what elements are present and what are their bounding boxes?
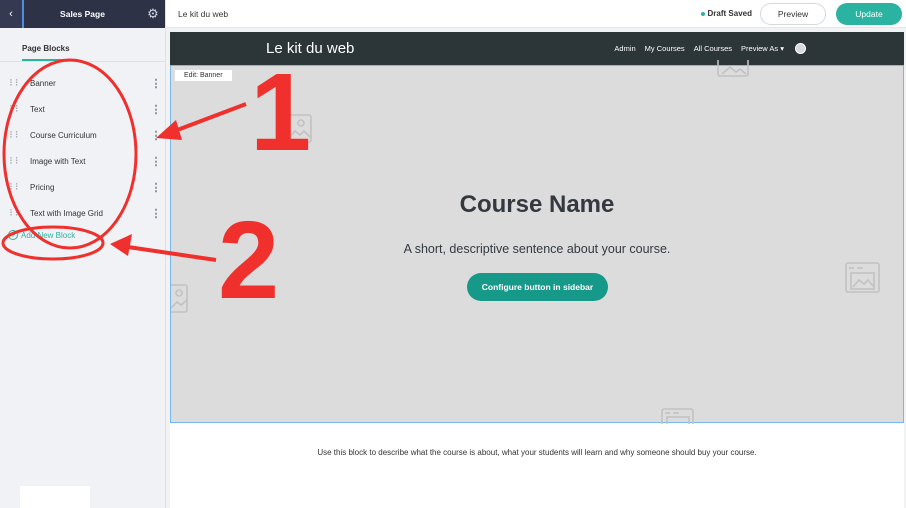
add-new-block-label: Add New Block: [21, 230, 76, 240]
more-options-icon[interactable]: ⋮: [147, 129, 165, 142]
block-item-course-curriculum[interactable]: ⠇⠇ Course Curriculum ⋮: [0, 122, 165, 148]
edit-banner-tag[interactable]: Edit: Banner: [174, 69, 233, 82]
drag-handle-icon[interactable]: ⠇⠇: [9, 104, 21, 114]
block-item-label: Course Curriculum: [30, 130, 97, 140]
update-button[interactable]: Update: [836, 2, 902, 25]
sidebar-footer: [20, 486, 90, 508]
block-item-label: Image with Text: [30, 156, 86, 166]
chevron-left-icon: ‹: [9, 8, 13, 20]
sidebar: ‹ Sales Page ⚙ Page Blocks ⠇⠇ Banner ⋮ ⠇…: [0, 0, 166, 508]
course-title: Course Name: [459, 191, 615, 218]
tab-page-blocks[interactable]: Page Blocks: [22, 44, 70, 61]
nav-link-my-courses[interactable]: My Courses: [645, 44, 685, 53]
image-placeholder-icon: [285, 114, 312, 143]
plus-circle-icon: +: [8, 230, 18, 240]
editor-topbar: Le kit du web Draft Saved Preview Update: [166, 0, 906, 28]
page-canvas: Le kit du web Admin My Courses All Cours…: [170, 32, 904, 508]
more-options-icon[interactable]: ⋮: [147, 155, 165, 168]
block-item-label: Pricing: [30, 182, 55, 192]
drag-handle-icon[interactable]: ⠇⠇: [9, 130, 21, 140]
banner-block[interactable]: Edit: Banner Course Name A short, descri…: [170, 60, 904, 424]
more-options-icon[interactable]: ⋮: [147, 77, 165, 90]
editor-title: Le kit du web: [178, 8, 229, 19]
course-description: Use this block to describe what the cour…: [317, 448, 757, 457]
drag-handle-icon[interactable]: ⠇⠇: [9, 208, 21, 218]
settings-button[interactable]: ⚙: [141, 6, 165, 22]
save-status-label: Draft Saved: [707, 9, 752, 18]
preview-button[interactable]: Preview: [760, 2, 826, 25]
more-options-icon[interactable]: ⋮: [147, 103, 165, 116]
nav-link-admin[interactable]: Admin: [614, 44, 635, 53]
block-item-banner[interactable]: ⠇⠇ Banner ⋮: [0, 70, 165, 96]
block-list: ⠇⠇ Banner ⋮ ⠇⠇ Text ⋮ ⠇⠇ Course Curricul…: [0, 62, 165, 226]
configure-button[interactable]: Configure button in sidebar: [467, 273, 608, 301]
block-item-label: Text with Image Grid: [30, 208, 103, 218]
sidebar-title: Sales Page: [60, 9, 105, 19]
drag-handle-icon[interactable]: ⠇⠇: [9, 182, 21, 192]
sidebar-tabs: Page Blocks: [0, 28, 165, 62]
sidebar-header: ‹ Sales Page ⚙: [0, 0, 165, 28]
site-logo[interactable]: Le kit du web: [266, 40, 614, 57]
image-placeholder-icon: [661, 408, 694, 424]
save-status: Draft Saved: [700, 9, 752, 18]
block-item-image-with-text[interactable]: ⠇⠇ Image with Text ⋮: [0, 148, 165, 174]
course-subtitle: A short, descriptive sentence about your…: [403, 242, 671, 256]
add-new-block-button[interactable]: + Add New Block: [0, 230, 165, 240]
status-dot-icon: [700, 11, 705, 16]
block-item-text-with-image-grid[interactable]: ⠇⠇ Text with Image Grid ⋮: [0, 200, 165, 226]
image-placeholder-icon: [171, 284, 188, 313]
back-button[interactable]: ‹: [0, 0, 24, 28]
more-options-icon[interactable]: ⋮: [147, 181, 165, 194]
block-item-label: Banner: [30, 78, 56, 88]
more-options-icon[interactable]: ⋮: [147, 207, 165, 220]
image-placeholder-icon: [845, 262, 880, 293]
avatar[interactable]: [795, 43, 806, 54]
block-item-text[interactable]: ⠇⠇ Text ⋮: [0, 96, 165, 122]
drag-handle-icon[interactable]: ⠇⠇: [9, 156, 21, 166]
site-navbar: Le kit du web Admin My Courses All Cours…: [170, 32, 904, 65]
nav-link-all-courses[interactable]: All Courses: [694, 44, 732, 53]
block-item-label: Text: [30, 104, 45, 114]
image-placeholder-icon: [717, 60, 749, 77]
drag-handle-icon[interactable]: ⠇⠇: [9, 78, 21, 88]
block-item-pricing[interactable]: ⠇⠇ Pricing ⋮: [0, 174, 165, 200]
nav-link-preview-as[interactable]: Preview As ▾: [741, 44, 784, 53]
gear-icon: ⚙: [147, 6, 159, 21]
